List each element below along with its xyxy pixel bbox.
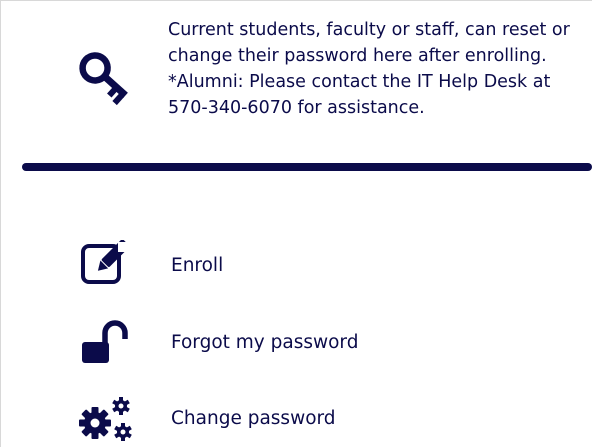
forgot-password-link[interactable]: Forgot my password [78, 317, 558, 369]
change-password-link[interactable]: Change password [78, 393, 558, 445]
edit-icon [78, 239, 134, 292]
intro-text: Current students, faculty or staff, can … [168, 20, 570, 118]
unlock-icon [78, 317, 134, 369]
gears-icon [78, 393, 134, 445]
forgot-password-label: Forgot my password [171, 332, 359, 353]
enroll-link[interactable]: Enroll [78, 239, 558, 292]
enroll-label: Enroll [171, 255, 224, 276]
divider [22, 163, 592, 171]
change-password-label: Change password [171, 408, 336, 429]
key-icon [72, 44, 136, 108]
